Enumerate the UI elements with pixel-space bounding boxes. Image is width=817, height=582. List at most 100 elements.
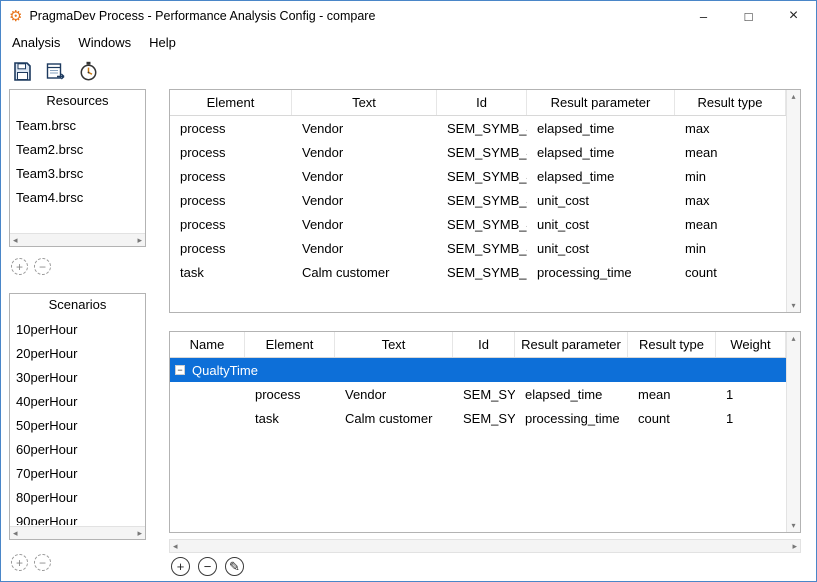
scenario-item[interactable]: 80perHour xyxy=(10,486,145,510)
scenario-add-button[interactable]: + xyxy=(11,554,28,571)
table-cell: mean xyxy=(675,217,786,232)
table-cell: process xyxy=(170,169,292,184)
kpi-edit-button[interactable]: ✎ xyxy=(225,557,244,576)
table-cell: 1 xyxy=(716,411,786,426)
table-row[interactable]: processVendorSEM_SYMelapsed_timemean1 xyxy=(170,382,786,406)
column-header[interactable]: Result type xyxy=(628,332,716,357)
table-row[interactable]: processVendorSEM_SYMB_4_4elapsed_timemin xyxy=(170,164,786,188)
scenarios-actions: + − xyxy=(11,554,51,571)
scenario-item[interactable]: 50perHour xyxy=(10,414,145,438)
resources-panel: Resources Team.brscTeam2.brscTeam3.brscT… xyxy=(9,89,146,247)
resources-actions: + − xyxy=(11,258,51,275)
column-header[interactable]: Id xyxy=(437,90,527,115)
timer-icon xyxy=(78,61,99,82)
resource-item[interactable]: Team2.brsc xyxy=(10,138,145,162)
scenario-item[interactable]: 10perHour xyxy=(10,318,145,342)
table-cell: process xyxy=(170,121,292,136)
scenario-item[interactable]: 30perHour xyxy=(10,366,145,390)
table-cell: SEM_SYMB_73 xyxy=(437,265,527,280)
results-vscrollbar[interactable]: ▴ ▾ xyxy=(786,90,800,312)
export-button[interactable] xyxy=(42,58,68,84)
table-row[interactable]: processVendorSEM_SYMB_4_4unit_costmean xyxy=(170,212,786,236)
table-cell: SEM_SYM xyxy=(453,411,515,426)
column-header[interactable]: Name xyxy=(170,332,245,357)
column-header[interactable]: Id xyxy=(453,332,515,357)
scenario-item[interactable]: 70perHour xyxy=(10,462,145,486)
results-table: ElementTextIdResult parameterResult type… xyxy=(169,89,801,313)
table-cell: process xyxy=(170,241,292,256)
scenario-remove-button[interactable]: − xyxy=(34,554,51,571)
save-icon xyxy=(12,61,33,82)
scroll-up-icon[interactable]: ▴ xyxy=(791,334,795,343)
scenario-item[interactable]: 90perHour xyxy=(10,510,145,525)
table-cell: max xyxy=(675,193,786,208)
resource-item[interactable]: Team.brsc xyxy=(10,114,145,138)
kpi-group-name: QualtyTime xyxy=(192,363,258,378)
scroll-down-icon[interactable]: ▾ xyxy=(791,521,795,530)
menu-item-analysis[interactable]: Analysis xyxy=(3,31,69,55)
scenarios-list: 10perHour20perHour30perHour40perHour50pe… xyxy=(10,318,145,525)
maximize-button[interactable]: □ xyxy=(726,1,771,31)
close-button[interactable]: × xyxy=(771,1,816,31)
scenario-item[interactable]: 40perHour xyxy=(10,390,145,414)
resources-list: Team.brscTeam2.brscTeam3.brscTeam4.brsc xyxy=(10,114,145,232)
resource-add-button[interactable]: + xyxy=(11,258,28,275)
table-row[interactable]: processVendorSEM_SYMB_4_4elapsed_timemax xyxy=(170,116,786,140)
column-header[interactable]: Element xyxy=(170,90,292,115)
column-header[interactable]: Weight xyxy=(716,332,786,357)
table-cell: Vendor xyxy=(292,241,437,256)
column-header[interactable]: Result parameter xyxy=(515,332,628,357)
kpi-actions: + − ✎ xyxy=(171,557,244,576)
table-cell: count xyxy=(628,411,716,426)
kpi-table: NameElementTextIdResult parameterResult … xyxy=(169,331,801,533)
column-header[interactable]: Element xyxy=(245,332,335,357)
table-cell: SEM_SYM xyxy=(453,387,515,402)
scroll-right-icon[interactable]: ▸ xyxy=(137,528,142,539)
results-table-body: processVendorSEM_SYMB_4_4elapsed_timemax… xyxy=(170,116,786,284)
table-cell: max xyxy=(675,121,786,136)
menu-item-windows[interactable]: Windows xyxy=(69,31,140,55)
table-row[interactable]: taskCalm customerSEM_SYMprocessing_timec… xyxy=(170,406,786,430)
table-row[interactable]: processVendorSEM_SYMB_4_4unit_costmax xyxy=(170,188,786,212)
table-row[interactable]: processVendorSEM_SYMB_4_4elapsed_timemea… xyxy=(170,140,786,164)
scroll-right-icon[interactable]: ▸ xyxy=(792,541,797,552)
save-button[interactable] xyxy=(9,58,35,84)
resource-item[interactable]: Team4.brsc xyxy=(10,186,145,210)
resources-title: Resources xyxy=(10,90,145,112)
column-header[interactable]: Result type xyxy=(675,90,786,115)
minimize-button[interactable]: – xyxy=(681,1,726,31)
scenarios-title: Scenarios xyxy=(10,294,145,316)
table-cell: SEM_SYMB_4_4 xyxy=(437,145,527,160)
scenario-item[interactable]: 60perHour xyxy=(10,438,145,462)
column-header[interactable]: Result parameter xyxy=(527,90,675,115)
scroll-left-icon[interactable]: ◂ xyxy=(173,541,178,552)
resource-remove-button[interactable]: − xyxy=(34,258,51,275)
scenarios-hscrollbar[interactable]: ◂ ▸ xyxy=(10,526,145,539)
collapse-icon[interactable]: − xyxy=(175,365,185,375)
scenario-item[interactable]: 20perHour xyxy=(10,342,145,366)
app-icon: ⚙ xyxy=(9,9,22,24)
table-cell: task xyxy=(170,265,292,280)
kpi-vscrollbar[interactable]: ▴ ▾ xyxy=(786,332,800,532)
kpi-remove-button[interactable]: − xyxy=(198,557,217,576)
scroll-right-icon[interactable]: ▸ xyxy=(137,235,142,246)
scroll-up-icon[interactable]: ▴ xyxy=(791,92,795,101)
timer-button[interactable] xyxy=(75,58,101,84)
table-row[interactable]: taskCalm customerSEM_SYMB_73processing_t… xyxy=(170,260,786,284)
toolbar xyxy=(1,55,816,87)
menu-item-help[interactable]: Help xyxy=(140,31,185,55)
table-row[interactable]: processVendorSEM_SYMB_4_4unit_costmin xyxy=(170,236,786,260)
menu-bar: Analysis Windows Help xyxy=(1,31,816,55)
kpi-table-header: NameElementTextIdResult parameterResult … xyxy=(170,332,786,358)
kpi-hscrollbar[interactable]: ◂ ▸ xyxy=(169,539,801,553)
scroll-down-icon[interactable]: ▾ xyxy=(791,301,795,310)
resource-item[interactable]: Team3.brsc xyxy=(10,162,145,186)
scroll-left-icon[interactable]: ◂ xyxy=(13,235,18,246)
column-header[interactable]: Text xyxy=(292,90,437,115)
column-header[interactable]: Text xyxy=(335,332,453,357)
kpi-group-row[interactable]: −QualtyTime xyxy=(170,358,786,382)
kpi-add-button[interactable]: + xyxy=(171,557,190,576)
resources-hscrollbar[interactable]: ◂ ▸ xyxy=(10,233,145,246)
scroll-left-icon[interactable]: ◂ xyxy=(13,528,18,539)
table-cell: elapsed_time xyxy=(527,121,675,136)
